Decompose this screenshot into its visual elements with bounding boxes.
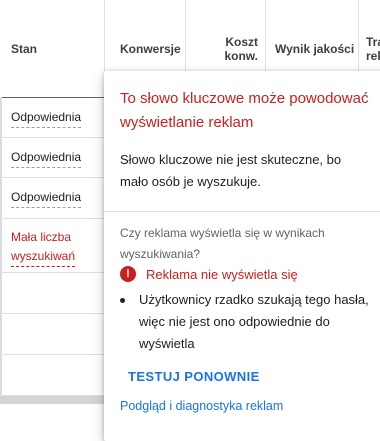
ad-status-result: ! Reklama nie wyświetla się (120, 263, 298, 285)
column-header-conversions-label: Konwersje (120, 41, 181, 56)
column-header-status[interactable]: Stan (11, 0, 37, 97)
table-row[interactable]: Odpowiednia (0, 178, 104, 219)
error-icon: ! (120, 266, 136, 282)
status-label-low-volume[interactable]: Mała liczba (11, 228, 71, 247)
keyword-status-popup: To słowo kluczowe może powodować wyświet… (104, 71, 380, 441)
ad-status-result-text: Reklama nie wyświetla się (146, 266, 298, 282)
reason-list-item: Użytkownicy rzadko szukają tego hasła, w… (120, 289, 370, 355)
horizontal-scrollbar[interactable] (0, 396, 110, 404)
table-row[interactable] (0, 314, 104, 355)
bullet-icon (120, 298, 125, 303)
ad-showing-question: Czy reklama wyświetla się w wynikach wys… (120, 226, 325, 261)
status-label[interactable]: Odpowiednia (11, 108, 82, 128)
status-label-low-volume-line2[interactable]: wyszukiwań (11, 247, 76, 267)
retry-button[interactable]: TESTUJ PONOWNIE (128, 369, 260, 384)
column-header-traffic-label: Tra rek (366, 34, 380, 63)
popup-divider (104, 211, 380, 212)
popup-title: To słowo kluczowe może powodować wyświet… (120, 90, 369, 131)
table-row[interactable] (0, 355, 104, 396)
column-header-cost-per-conversion-label: Koszt konw. (224, 34, 258, 63)
status-label[interactable]: Odpowiednia (11, 188, 82, 208)
ad-preview-diagnostics-link[interactable]: Podgląd i diagnostyka reklam (120, 399, 283, 413)
column-header-quality-score-label: Wynik jakości (275, 41, 355, 56)
reason-text: Użytkownicy rzadko szukają tego hasła, w… (139, 292, 369, 351)
popup-description: Słowo kluczowe nie jest skuteczne, bo ma… (120, 152, 342, 189)
table-row[interactable]: Odpowiednia (0, 138, 104, 178)
table-row[interactable]: Odpowiednia (0, 97, 104, 138)
table-row[interactable]: Mała liczba wyszukiwań (0, 219, 104, 273)
column-header-status-label: Stan (11, 41, 38, 56)
table-row[interactable] (0, 273, 104, 314)
status-label[interactable]: Odpowiednia (11, 148, 82, 168)
